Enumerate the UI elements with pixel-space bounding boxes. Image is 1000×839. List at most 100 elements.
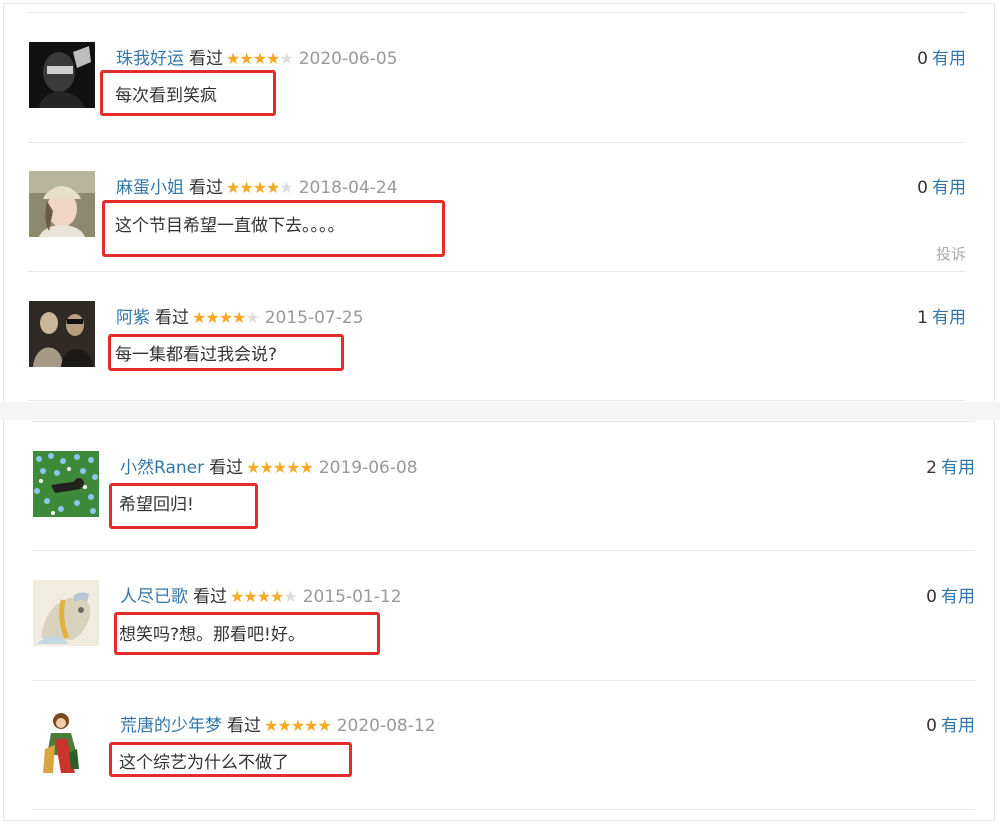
username-link[interactable]: 麻蛋小姐 bbox=[116, 178, 184, 198]
star-icon: ★ bbox=[230, 587, 244, 606]
comment-item: 人尽已歌 看过 ★★★★★ 2015-01-12 0 有用 想笑吗?想。那看吧!好。 bbox=[33, 580, 975, 710]
comment-date: 2019-06-08 bbox=[318, 458, 418, 478]
username-link[interactable]: 小然Raner bbox=[120, 458, 204, 478]
watched-label: 看过 bbox=[155, 308, 189, 328]
woman-in-cap-avatar[interactable] bbox=[29, 171, 95, 237]
vote-count: 0 bbox=[917, 49, 928, 69]
useful-button[interactable]: 有用 bbox=[941, 587, 975, 607]
watched-label: 看过 bbox=[189, 49, 223, 69]
star-icon: ★ bbox=[277, 716, 291, 735]
flower-field-avatar[interactable] bbox=[33, 451, 99, 517]
vote-area: 0 有用 bbox=[926, 585, 975, 609]
comment-text: 每一集都看过我会说? bbox=[115, 345, 278, 365]
star-empty-icon: ★ bbox=[245, 308, 259, 327]
star-icon: ★ bbox=[264, 716, 278, 735]
watched-label: 看过 bbox=[227, 716, 261, 736]
comment-meta: 麻蛋小姐 看过 ★★★★★ 2018-04-24 bbox=[116, 176, 398, 200]
divider bbox=[28, 142, 965, 143]
vote-area: 0 有用 bbox=[917, 47, 966, 71]
watched-label: 看过 bbox=[189, 178, 223, 198]
star-icon: ★ bbox=[256, 587, 271, 606]
comment-item: 阿紫 看过 ★★★★★ 2015-07-25 1 有用 每一集都看过我会说? bbox=[29, 301, 966, 431]
comment-meta: 阿紫 看过 ★★★★★ 2015-07-25 bbox=[116, 306, 364, 330]
rating-stars: ★★★★★ bbox=[192, 306, 260, 330]
comment-date: 2020-06-05 bbox=[298, 49, 398, 69]
star-icon: ★ bbox=[246, 458, 260, 477]
comment-meta: 珠我好运 看过 ★★★★★ 2020-06-05 bbox=[116, 47, 398, 71]
vote-area: 2 有用 bbox=[926, 456, 975, 480]
vote-count: 2 bbox=[926, 458, 937, 478]
star-icon: ★ bbox=[226, 49, 240, 68]
comment-item: 麻蛋小姐 看过 ★★★★★ 2018-04-24 0 有用 这个节目希望一直做下去。。。… bbox=[29, 171, 966, 301]
star-empty-icon: ★ bbox=[279, 178, 293, 197]
star-icon: ★ bbox=[232, 308, 246, 327]
watched-label: 看过 bbox=[193, 587, 227, 607]
useful-button[interactable]: 有用 bbox=[941, 458, 975, 478]
comment-date: 2020-08-12 bbox=[336, 716, 436, 736]
divider bbox=[32, 550, 975, 551]
star-icon: ★ bbox=[304, 716, 318, 735]
star-icon: ★ bbox=[205, 308, 219, 327]
vote-count: 0 bbox=[917, 178, 928, 198]
dark-portrait-avatar[interactable] bbox=[29, 42, 95, 108]
watched-label: 看过 bbox=[209, 458, 244, 478]
divider bbox=[32, 680, 975, 681]
star-icon: ★ bbox=[266, 178, 280, 197]
star-icon: ★ bbox=[317, 716, 331, 735]
painted-horse-avatar[interactable] bbox=[33, 580, 99, 646]
comment-text: 这个节目希望一直做下去。。。。 bbox=[115, 216, 345, 236]
vote-count: 1 bbox=[917, 308, 928, 328]
divider bbox=[32, 421, 975, 422]
useful-button[interactable]: 有用 bbox=[941, 716, 975, 736]
useful-button[interactable]: 有用 bbox=[932, 308, 966, 328]
star-icon: ★ bbox=[259, 458, 273, 477]
star-icon: ★ bbox=[270, 587, 284, 606]
comment-date: 2018-04-24 bbox=[298, 178, 398, 198]
useful-button[interactable]: 有用 bbox=[932, 49, 966, 69]
report-link[interactable]: 投诉 bbox=[936, 243, 966, 264]
star-icon: ★ bbox=[299, 458, 313, 477]
comment-text: 这个综艺为什么不做了 bbox=[119, 753, 289, 773]
rating-stars: ★★★★★ bbox=[264, 714, 332, 738]
star-icon: ★ bbox=[226, 178, 240, 197]
star-icon: ★ bbox=[192, 308, 206, 327]
star-icon: ★ bbox=[286, 458, 300, 477]
comment-date: 2015-07-25 bbox=[264, 308, 364, 328]
star-icon: ★ bbox=[252, 49, 267, 68]
vote-area: 0 有用 bbox=[917, 176, 966, 200]
divider bbox=[28, 12, 965, 13]
star-empty-icon: ★ bbox=[283, 587, 297, 606]
star-icon: ★ bbox=[272, 458, 287, 477]
rating-stars: ★★★★★ bbox=[246, 456, 314, 480]
username-link[interactable]: 人尽已歌 bbox=[120, 587, 188, 607]
star-icon: ★ bbox=[290, 716, 305, 735]
username-link[interactable]: 珠我好运 bbox=[116, 49, 184, 69]
vote-count: 0 bbox=[926, 587, 937, 607]
rating-stars: ★★★★★ bbox=[226, 176, 294, 200]
comment-text: 希望回归! bbox=[119, 495, 194, 515]
divider bbox=[32, 809, 975, 810]
star-icon: ★ bbox=[243, 587, 257, 606]
two-people-avatar[interactable] bbox=[29, 301, 95, 367]
cartoon-couple-avatar[interactable] bbox=[33, 709, 99, 775]
star-icon: ★ bbox=[218, 308, 233, 327]
star-empty-icon: ★ bbox=[279, 49, 293, 68]
star-icon: ★ bbox=[252, 178, 267, 197]
comment-meta: 小然Raner 看过 ★★★★★ 2019-06-08 bbox=[120, 456, 418, 480]
rating-stars: ★★★★★ bbox=[230, 585, 298, 609]
vote-count: 0 bbox=[926, 716, 937, 736]
vote-area: 0 有用 bbox=[926, 714, 975, 738]
useful-button[interactable]: 有用 bbox=[932, 178, 966, 198]
star-icon: ★ bbox=[239, 178, 253, 197]
star-icon: ★ bbox=[266, 49, 280, 68]
username-link[interactable]: 阿紫 bbox=[116, 308, 150, 328]
star-icon: ★ bbox=[239, 49, 253, 68]
comment-text: 想笑吗?想。那看吧!好。 bbox=[119, 625, 305, 645]
comment-meta: 人尽已歌 看过 ★★★★★ 2015-01-12 bbox=[120, 585, 402, 609]
comment-item: 珠我好运 看过 ★★★★★ 2020-06-05 0 有用 每次看到笑疯 bbox=[29, 42, 966, 172]
divider bbox=[28, 400, 965, 401]
vote-area: 1 有用 bbox=[917, 306, 966, 330]
username-link[interactable]: 荒唐的少年梦 bbox=[120, 716, 222, 736]
comment-meta: 荒唐的少年梦 看过 ★★★★★ 2020-08-12 bbox=[120, 714, 436, 738]
comment-text: 每次看到笑疯 bbox=[115, 86, 217, 106]
